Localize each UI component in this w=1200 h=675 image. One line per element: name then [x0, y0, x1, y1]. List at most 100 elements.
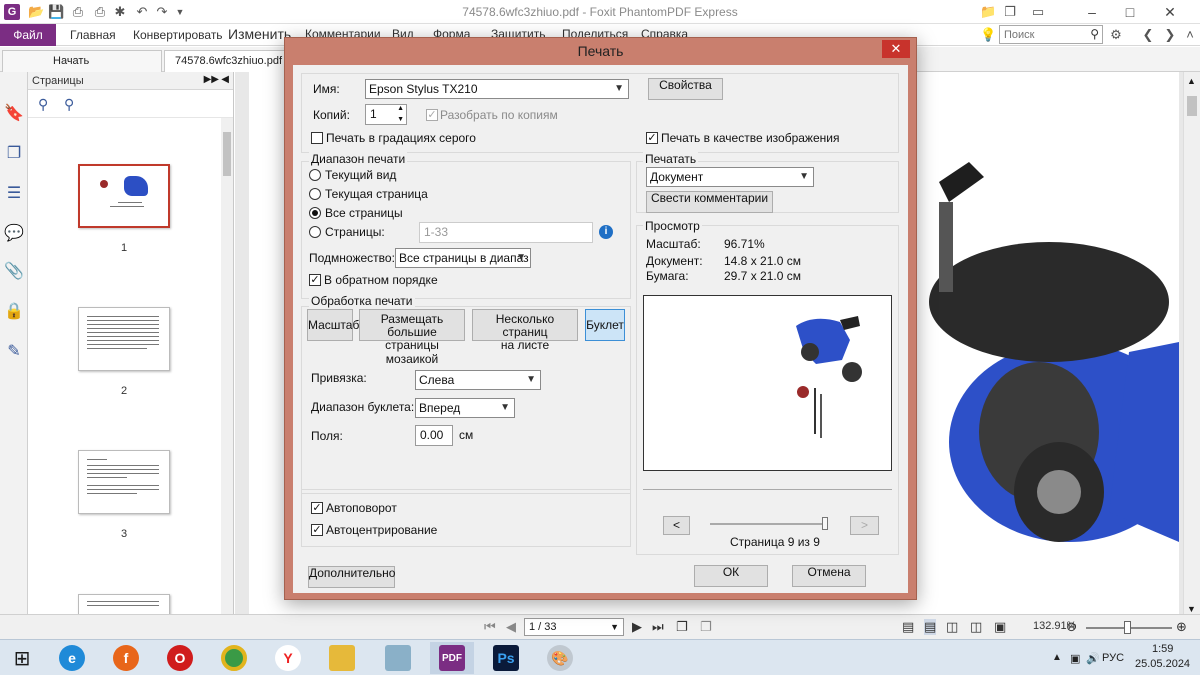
taskbar-photoshop[interactable]: Ps — [484, 642, 528, 674]
back-arrow-icon[interactable]: ❮ — [1140, 27, 1156, 43]
grayscale-checkbox[interactable] — [311, 132, 323, 144]
pages-radio[interactable] — [309, 226, 321, 238]
autocenter-checkbox[interactable]: ✓ — [311, 524, 323, 536]
next-page-icon[interactable]: ▶ — [632, 619, 642, 635]
last-page-icon[interactable]: ⏭ — [652, 619, 664, 635]
advanced-button[interactable]: Дополнительно — [308, 566, 395, 588]
layers-icon[interactable]: ☰ — [4, 184, 24, 204]
attachment-icon[interactable]: 📎 — [4, 262, 24, 282]
clock-date[interactable]: 25.05.2024 — [1135, 658, 1190, 670]
preview-previous-button[interactable]: < — [663, 516, 690, 535]
tab-edit[interactable]: Изменить — [228, 26, 291, 42]
search-input[interactable] — [1000, 26, 1082, 43]
taskbar-explorer[interactable] — [320, 642, 364, 674]
tab-home[interactable]: Главная — [70, 28, 116, 42]
all-pages-radio[interactable] — [309, 207, 321, 219]
close-icon[interactable]: ✕ — [1158, 2, 1182, 22]
scrollbar-thumb[interactable] — [1187, 96, 1197, 116]
file-tab[interactable]: Файл — [0, 24, 56, 46]
taskbar-opera[interactable]: O — [158, 642, 202, 674]
view-mode-alt-icon[interactable]: ❐ — [700, 619, 712, 635]
continuous-facing-icon[interactable]: ◫ — [970, 619, 982, 635]
panel-scrollbar[interactable] — [221, 118, 233, 618]
scroll-down-icon[interactable]: ▼ — [1187, 604, 1196, 614]
single-page-icon[interactable]: ▤ — [902, 619, 914, 635]
info-icon[interactable]: i — [599, 225, 613, 239]
printer-properties-button[interactable]: Свойства — [648, 78, 723, 100]
autorotate-checkbox[interactable]: ✓ — [311, 502, 323, 514]
signature-search-icon[interactable]: ✎ — [4, 342, 24, 362]
cancel-button[interactable]: Отмена — [792, 565, 866, 587]
booklet-button[interactable]: Буклет — [585, 309, 625, 341]
zoom-out-icon[interactable]: ⊖ — [1066, 619, 1077, 635]
previous-page-icon[interactable]: ◀ — [506, 619, 516, 635]
page-dropdown-icon[interactable]: ▼ — [610, 619, 619, 635]
scroll-up-icon[interactable]: ▲ — [1187, 76, 1196, 86]
thumbnail-page-1[interactable] — [78, 164, 170, 228]
thumbnail-item[interactable]: 2 — [78, 307, 170, 397]
lock-icon[interactable]: 🔒 — [4, 302, 24, 322]
ribbon-collapse-icon[interactable]: ˄ — [1182, 27, 1198, 43]
preview-next-button[interactable]: > — [850, 516, 879, 535]
first-page-icon[interactable]: ⏮ — [484, 619, 496, 635]
print-what-select[interactable]: Документ ▼ — [646, 167, 814, 187]
enlarge-thumbnails-icon[interactable]: ⚲ — [38, 96, 48, 113]
taskbar-foxit[interactable]: PDF — [430, 642, 474, 674]
preview-page-slider[interactable] — [710, 523, 826, 525]
current-view-radio[interactable] — [309, 169, 321, 181]
summarize-comments-button[interactable]: Свести комментарии — [646, 191, 773, 213]
preview-slider-handle[interactable] — [822, 517, 828, 530]
find-folder-icon[interactable]: 📁 — [980, 4, 996, 20]
booklet-range-select[interactable]: Вперед ▼ — [415, 398, 515, 418]
forward-arrow-icon[interactable]: ❯ — [1162, 27, 1178, 43]
thumbnail-item[interactable]: 1 — [78, 164, 170, 254]
document-scrollbar[interactable]: ▲ ▼ — [1183, 72, 1200, 620]
thumbnail-page-2[interactable] — [78, 307, 170, 371]
page-number-input[interactable]: 1 / 33 ▼ — [524, 618, 624, 636]
print-as-image-checkbox[interactable]: ✓ — [646, 132, 658, 144]
network-icon[interactable]: ▣ — [1070, 652, 1080, 665]
thumbnail-page-3[interactable] — [78, 450, 170, 514]
pages-icon[interactable]: ❐ — [4, 144, 24, 164]
fit-icon[interactable]: ▣ — [994, 619, 1006, 635]
bulb-icon[interactable]: 💡 — [980, 27, 996, 43]
reduce-thumbnails-icon[interactable]: ⚲ — [64, 96, 74, 113]
minimize-icon[interactable]: – — [1080, 2, 1104, 22]
tile-large-pages-button[interactable]: Размещать большие страницы мозаикой — [359, 309, 465, 365]
facing-page-icon[interactable]: ◫ — [946, 619, 958, 635]
current-page-radio[interactable] — [309, 188, 321, 200]
taskbar-paint[interactable]: 🎨 — [538, 642, 582, 674]
settings-gear-icon[interactable]: ⚙ — [1108, 27, 1124, 43]
collapse-panel-icon[interactable]: ◀ — [221, 74, 229, 85]
collate-checkbox[interactable]: ✓ — [426, 109, 438, 121]
maximize-icon[interactable]: □ — [1118, 2, 1142, 22]
zoom-in-icon[interactable]: ⊕ — [1176, 619, 1187, 635]
scale-button[interactable]: Масштаб — [307, 309, 359, 341]
pages-range-input[interactable]: 1-33 — [419, 222, 593, 243]
language-indicator[interactable]: РУС — [1102, 652, 1124, 664]
taskbar-firefox[interactable]: f — [104, 642, 148, 674]
continuous-page-icon[interactable]: ▤ — [924, 619, 937, 635]
ok-button[interactable]: ОК — [694, 565, 768, 587]
stepper-arrows-icon[interactable]: ▲ ▼ — [397, 103, 404, 125]
zoom-slider-handle[interactable] — [1124, 621, 1131, 634]
expand-panel-icon[interactable]: ▶▶ — [204, 74, 219, 85]
search-box[interactable]: ⚲ — [999, 25, 1103, 44]
multiple-pages-button[interactable]: Несколько страниц на листе — [472, 309, 578, 352]
taskbar-chrome[interactable] — [212, 642, 256, 674]
dialog-close-button[interactable]: ✕ — [882, 40, 910, 58]
margin-input[interactable]: 0.00 — [415, 425, 453, 446]
panel-scrollbar-thumb[interactable] — [223, 132, 231, 176]
taskbar-monitor[interactable] — [376, 642, 420, 674]
printer-select[interactable]: Epson Stylus TX210 ▼ — [365, 79, 629, 99]
tray-overflow-icon[interactable]: ▲ — [1052, 652, 1062, 663]
subset-select[interactable]: Все страницы в диапаз ▼ — [395, 248, 531, 268]
clock-time[interactable]: 1:59 — [1152, 643, 1173, 655]
reverse-order-checkbox[interactable]: ✓ — [309, 274, 321, 286]
start-button[interactable]: ⊞ — [0, 642, 44, 674]
panel-toggle-icon[interactable]: ▭ — [1030, 4, 1046, 20]
view-mode-icon[interactable]: ❐ — [676, 619, 688, 635]
tab-start[interactable]: Начать — [2, 50, 162, 72]
taskbar-edge[interactable]: e — [50, 642, 94, 674]
window-restore-icon[interactable]: ❐ — [1002, 4, 1018, 20]
